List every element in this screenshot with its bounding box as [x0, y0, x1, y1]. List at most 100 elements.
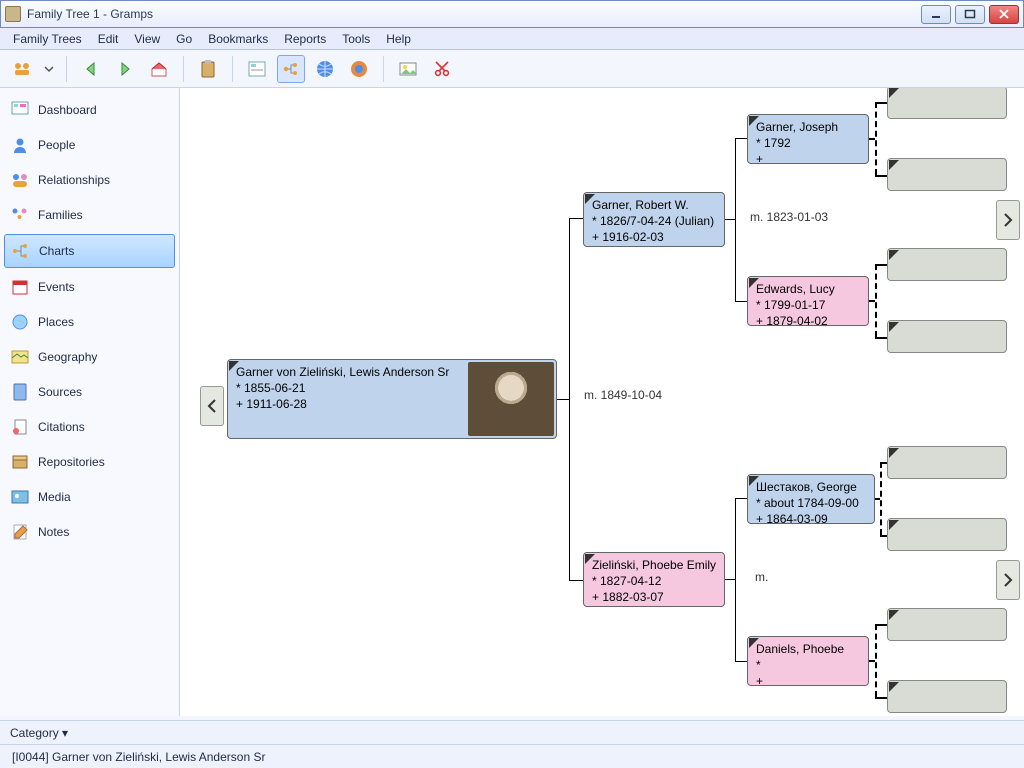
menubar: Family Trees Edit View Go Bookmarks Repo… — [0, 28, 1024, 50]
expand-right-paternal-button[interactable] — [996, 200, 1020, 240]
sidebar-item-notes[interactable]: Notes — [4, 516, 175, 548]
person-mgm[interactable]: Daniels, Phoebe * + — [747, 636, 869, 686]
sidebar-item-media[interactable]: Media — [4, 481, 175, 513]
expand-right-maternal-button[interactable] — [996, 560, 1020, 600]
person-birth: * 1792 — [756, 135, 862, 151]
person-empty[interactable] — [887, 158, 1007, 191]
sidebar-item-places[interactable]: Places — [4, 306, 175, 338]
person-pgf[interactable]: Garner, Joseph * 1792 + — [747, 114, 869, 164]
events-icon — [10, 277, 30, 297]
toolbar-people-link-icon[interactable] — [8, 55, 36, 83]
menu-reports[interactable]: Reports — [277, 30, 333, 48]
sidebar-item-label: Citations — [38, 420, 85, 434]
sidebar-item-geography[interactable]: Geography — [4, 341, 175, 373]
sidebar-item-people[interactable]: People — [4, 129, 175, 161]
sidebar-item-charts[interactable]: Charts — [4, 234, 175, 268]
marriage-root-label: m. 1849-10-04 — [584, 388, 662, 402]
person-name: Edwards, Lucy — [756, 281, 862, 297]
menu-help[interactable]: Help — [379, 30, 418, 48]
person-mgf[interactable]: Шестаков, George * about 1784-09-00 + 18… — [747, 474, 875, 524]
person-empty[interactable] — [887, 518, 1007, 551]
sidebar: Dashboard People Relationships Families … — [0, 88, 180, 716]
person-name: Zieliński, Phoebe Emily — [592, 557, 718, 573]
sidebar-item-sources[interactable]: Sources — [4, 376, 175, 408]
sidebar-item-families[interactable]: Families — [4, 199, 175, 231]
window-close-button[interactable] — [989, 5, 1019, 24]
person-icon — [10, 135, 30, 155]
category-button[interactable]: Category ▾ — [10, 726, 68, 740]
sidebar-item-events[interactable]: Events — [4, 271, 175, 303]
statusbar: [I0044] Garner von Zieliński, Lewis Ande… — [0, 744, 1024, 768]
sidebar-item-label: Dashboard — [38, 103, 97, 117]
sidebar-item-label: Places — [38, 315, 74, 329]
person-empty[interactable] — [887, 248, 1007, 281]
sidebar-item-label: Geography — [38, 350, 97, 364]
person-death: + 1916-02-03 — [592, 229, 718, 245]
toolbar-home-button[interactable] — [145, 55, 173, 83]
person-birth: * — [756, 657, 862, 673]
notes-icon — [10, 522, 30, 542]
window-minimize-button[interactable] — [921, 5, 951, 24]
person-empty[interactable] — [887, 680, 1007, 713]
person-name: Garner, Joseph — [756, 119, 862, 135]
person-birth: * about 1784-09-00 — [756, 495, 868, 511]
person-empty[interactable] — [887, 446, 1007, 479]
menu-go[interactable]: Go — [169, 30, 199, 48]
person-empty[interactable] — [887, 608, 1007, 641]
menu-view[interactable]: View — [127, 30, 167, 48]
toolbar-form-view-button[interactable] — [243, 55, 271, 83]
person-death: + 1882-03-07 — [592, 589, 718, 605]
person-root[interactable]: Garner von Zieliński, Lewis Anderson Sr … — [227, 359, 557, 439]
window-titlebar: Family Tree 1 - Gramps — [0, 0, 1024, 28]
sidebar-item-label: Notes — [38, 525, 69, 539]
sidebar-item-repositories[interactable]: Repositories — [4, 446, 175, 478]
families-icon — [10, 205, 30, 225]
menu-tools[interactable]: Tools — [335, 30, 377, 48]
sidebar-item-label: Repositories — [38, 455, 105, 469]
toolbar-back-button[interactable] — [77, 55, 105, 83]
person-mother[interactable]: Zieliński, Phoebe Emily * 1827-04-12 + 1… — [583, 552, 725, 607]
toolbar-photo-button[interactable] — [394, 55, 422, 83]
app-icon — [5, 6, 21, 22]
person-death: + — [756, 673, 862, 689]
sources-icon — [10, 382, 30, 402]
relationships-icon — [10, 170, 30, 190]
toolbar-dropdown-icon[interactable] — [42, 55, 56, 83]
menu-edit[interactable]: Edit — [91, 30, 126, 48]
places-icon — [10, 312, 30, 332]
media-icon — [10, 487, 30, 507]
person-photo — [468, 362, 554, 436]
toolbar-scissors-button[interactable] — [428, 55, 456, 83]
toolbar-pedigree-view-button[interactable] — [277, 55, 305, 83]
toolbar-globe-orange-button[interactable] — [345, 55, 373, 83]
expand-left-button[interactable] — [200, 386, 224, 426]
window-maximize-button[interactable] — [955, 5, 985, 24]
person-empty[interactable] — [887, 88, 1007, 119]
menu-family-trees[interactable]: Family Trees — [6, 30, 89, 48]
person-death: + 1864-03-09 — [756, 511, 868, 527]
sidebar-item-relationships[interactable]: Relationships — [4, 164, 175, 196]
sidebar-item-label: People — [38, 138, 75, 152]
toolbar-clipboard-button[interactable] — [194, 55, 222, 83]
geography-icon — [10, 347, 30, 367]
sidebar-item-label: Families — [38, 208, 83, 222]
repositories-icon — [10, 452, 30, 472]
person-empty[interactable] — [887, 320, 1007, 353]
sidebar-item-dashboard[interactable]: Dashboard — [4, 94, 175, 126]
toolbar-globe-blue-button[interactable] — [311, 55, 339, 83]
sidebar-item-citations[interactable]: Citations — [4, 411, 175, 443]
menu-bookmarks[interactable]: Bookmarks — [201, 30, 275, 48]
marriage-maternal-label: m. — [755, 570, 768, 584]
category-bar: Category ▾ — [0, 720, 1024, 744]
person-death: + 1879-04-02 — [756, 313, 862, 329]
person-birth: * 1826/7-04-24 (Julian) — [592, 213, 718, 229]
toolbar-forward-button[interactable] — [111, 55, 139, 83]
status-text: [I0044] Garner von Zieliński, Lewis Ande… — [12, 750, 265, 764]
sidebar-item-label: Events — [38, 280, 75, 294]
person-pgm[interactable]: Edwards, Lucy * 1799-01-17 + 1879-04-02 — [747, 276, 869, 326]
dashboard-icon — [10, 100, 30, 120]
person-birth: * 1799-01-17 — [756, 297, 862, 313]
person-name: Шестаков, George — [756, 479, 868, 495]
person-father[interactable]: Garner, Robert W. * 1826/7-04-24 (Julian… — [583, 192, 725, 247]
pedigree-chart[interactable]: Garner von Zieliński, Lewis Anderson Sr … — [180, 88, 1024, 716]
